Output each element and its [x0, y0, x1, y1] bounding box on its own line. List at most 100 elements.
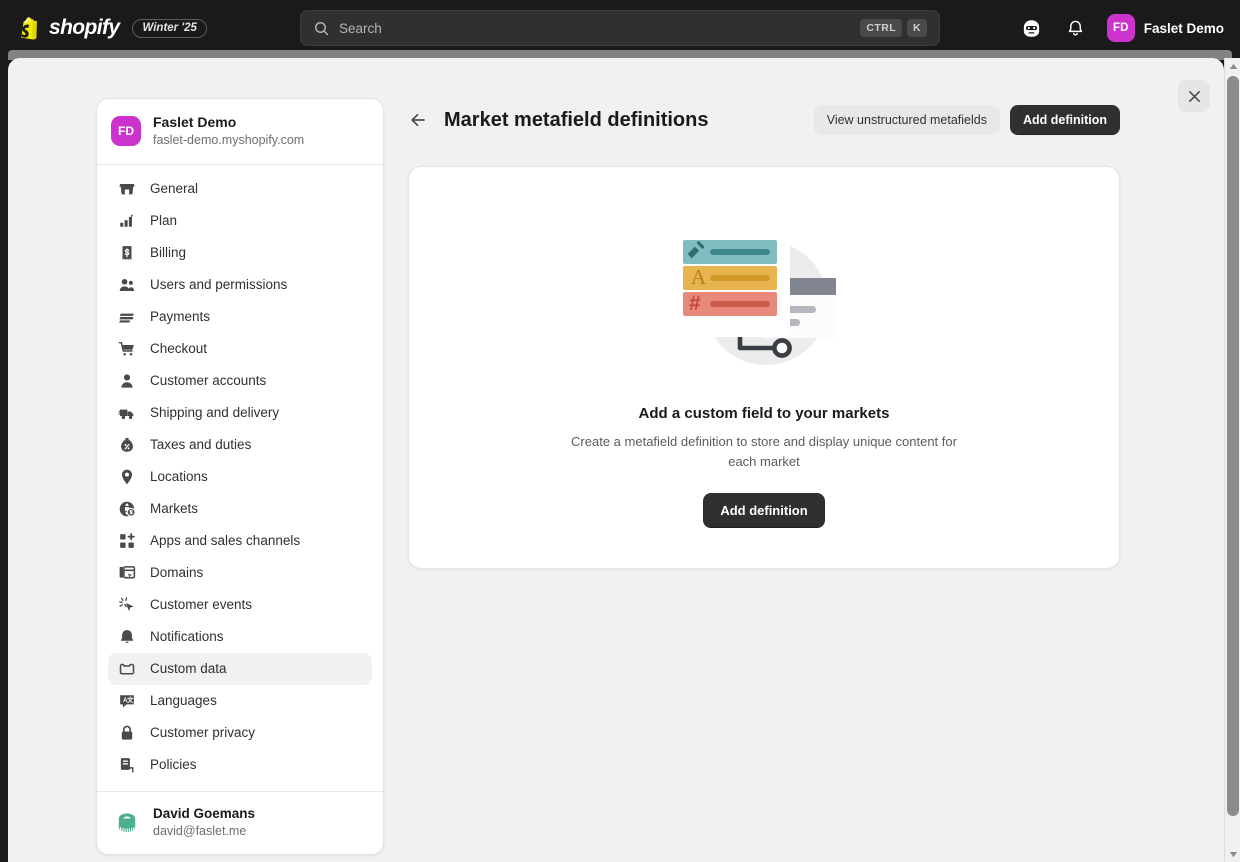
sidebar-user-footer[interactable]: David Goemans david@faslet.me	[97, 790, 383, 854]
close-button[interactable]	[1178, 80, 1210, 112]
sidebar-item-general[interactable]: General	[108, 173, 372, 205]
sidebar-item-custom-data[interactable]: Custom data	[108, 652, 372, 685]
season-badge: Winter '25	[132, 18, 207, 38]
tax-bag-icon	[121, 437, 133, 452]
sidebar-user-identity: David Goemans david@faslet.me	[153, 805, 255, 840]
shortcut-key-k: K	[907, 19, 927, 37]
top-bar-actions: FD Faslet Demo	[1017, 0, 1224, 56]
sidebar-item-policies[interactable]: Policies	[108, 749, 372, 781]
policy-document-icon	[120, 757, 134, 773]
store-identity: Faslet Demo faslet-demo.myshopify.com	[153, 113, 304, 149]
sidebar-item-label: Checkout	[150, 341, 208, 357]
empty-state-subtitle: Create a metafield definition to store a…	[571, 434, 957, 469]
sidebar-item-markets[interactable]: Markets	[108, 493, 372, 525]
avatar: FD	[1106, 14, 1135, 42]
page-header: Market metafield definitions View unstru…	[408, 98, 1120, 142]
store-avatar: FD	[111, 115, 141, 146]
scroll-up-button[interactable]	[1225, 58, 1240, 74]
sidebar-item-payments[interactable]: Payments	[108, 301, 372, 333]
scroll-up-arrow-icon	[1229, 63, 1237, 69]
store-icon	[119, 183, 135, 195]
sidebar-item-label: Users and permissions	[150, 277, 288, 293]
sidebar-item-shipping-and-delivery[interactable]: Shipping and delivery	[108, 397, 372, 429]
page-header-actions: View unstructured metafields Add definit…	[813, 105, 1120, 135]
sidebar-item-label: Shipping and delivery	[150, 405, 280, 421]
back-arrow-icon[interactable]	[408, 110, 428, 130]
sidebar-item-label: Notifications	[150, 629, 224, 645]
search-shortcut-keys: CTRL K	[860, 19, 927, 37]
sidebar-item-label: Policies	[150, 757, 197, 773]
sidebar-item-label: Taxes and duties	[150, 437, 252, 453]
sidebar-item-label: Customer accounts	[150, 373, 267, 389]
sidebar-item-users-and-permissions[interactable]: Users and permissions	[108, 269, 372, 301]
vertical-scrollbar[interactable]	[1224, 58, 1240, 862]
empty-state-title: Add a custom field to your markets	[638, 405, 890, 422]
sidebar-item-languages[interactable]: A 文 Languages	[108, 685, 372, 717]
globe-dollar-icon	[119, 501, 136, 517]
close-icon	[1188, 90, 1200, 102]
shopify-mascot-button[interactable]	[1017, 13, 1047, 43]
account-menu[interactable]: FD Faslet Demo	[1105, 14, 1224, 42]
sidebar-item-customer-accounts[interactable]: Customer accounts	[108, 365, 372, 397]
measuring-tape-avatar-icon	[118, 813, 136, 834]
metafields-box-icon	[119, 663, 135, 675]
app-content-frame: FD Faslet Demo faslet-demo.myshopify.com…	[8, 58, 1224, 862]
sidebar-item-plan[interactable]: Plan	[108, 205, 372, 237]
sidebar-item-apps-and-sales-channels[interactable]: Apps and sales channels	[108, 525, 372, 557]
sidebar-item-label: Customer events	[150, 597, 253, 613]
main-content: Market metafield definitions View unstru…	[408, 98, 1120, 569]
map-pin-icon	[121, 469, 133, 485]
sidebar-item-label: Markets	[150, 501, 199, 517]
cursor-click-icon	[119, 597, 134, 611]
svg-text:A: A	[691, 265, 707, 289]
bell-icon	[1069, 20, 1083, 35]
chart-bar-icon	[120, 214, 134, 227]
shopify-brand[interactable]: shopify Winter '25	[0, 16, 207, 40]
sidebar-item-label: General	[150, 181, 199, 197]
scroll-down-button[interactable]	[1225, 846, 1240, 862]
sidebar-item-label: Custom data	[150, 661, 227, 677]
translate-icon: A 文	[120, 695, 134, 708]
page-title: Market metafield definitions	[444, 108, 709, 131]
vertical-scrollbar-thumb[interactable]	[1227, 76, 1239, 816]
store-header[interactable]: FD Faslet Demo faslet-demo.myshopify.com	[97, 99, 383, 165]
sidebar-item-taxes-and-duties[interactable]: Taxes and duties	[108, 429, 372, 461]
domain-window-icon	[119, 565, 136, 579]
sidebar-item-checkout[interactable]: Checkout	[108, 333, 372, 365]
shopify-mascot-icon	[1024, 19, 1040, 37]
add-definition-button-empty-state[interactable]: Add definition	[703, 493, 825, 528]
sidebar-user-email: david@faslet.me	[153, 823, 247, 838]
add-definition-button-header[interactable]: Add definition	[1009, 105, 1120, 135]
sidebar-item-billing[interactable]: Billing	[108, 237, 372, 269]
sidebar-item-customer-events[interactable]: Customer events	[108, 589, 372, 621]
sidebar-item-label: Locations	[150, 469, 208, 485]
sidebar-item-label: Billing	[150, 245, 187, 261]
notifications-button[interactable]	[1061, 13, 1091, 43]
sidebar-item-domains[interactable]: Domains	[108, 557, 372, 589]
metafield-definitions-illustration: A #	[670, 225, 836, 365]
sidebar-item-label: Apps and sales channels	[150, 533, 301, 549]
sidebar-item-locations[interactable]: Locations	[108, 461, 372, 493]
credit-card-icon	[119, 313, 134, 323]
settings-nav-list: General Plan Billing Users and permissio…	[97, 165, 383, 791]
svg-text:文: 文	[127, 695, 134, 704]
bell-icon	[120, 629, 134, 643]
sidebar-item-notifications[interactable]: Notifications	[108, 621, 372, 653]
settings-sidebar: FD Faslet Demo faslet-demo.myshopify.com…	[96, 98, 384, 855]
sidebar-item-label: Languages	[150, 693, 217, 709]
search-bar[interactable]: Search CTRL K	[300, 10, 940, 46]
store-name: Faslet Demo	[153, 114, 237, 130]
sidebar-user-name: David Goemans	[153, 805, 256, 821]
svg-text:#: #	[689, 292, 701, 315]
cart-icon	[118, 341, 134, 356]
sidebar-item-label: Payments	[150, 309, 211, 325]
truck-icon	[118, 409, 134, 419]
account-name: Faslet Demo	[1143, 20, 1224, 36]
apps-plus-icon	[120, 532, 135, 548]
sidebar-item-customer-privacy[interactable]: Customer privacy	[108, 717, 372, 749]
view-unstructured-metafields-button[interactable]: View unstructured metafields	[813, 105, 1000, 135]
receipt-dollar-icon	[122, 245, 132, 260]
users-icon	[119, 278, 135, 291]
store-domain: faslet-demo.myshopify.com	[153, 132, 305, 147]
empty-state-card: A # Add a custom field to your markets C…	[408, 166, 1120, 569]
